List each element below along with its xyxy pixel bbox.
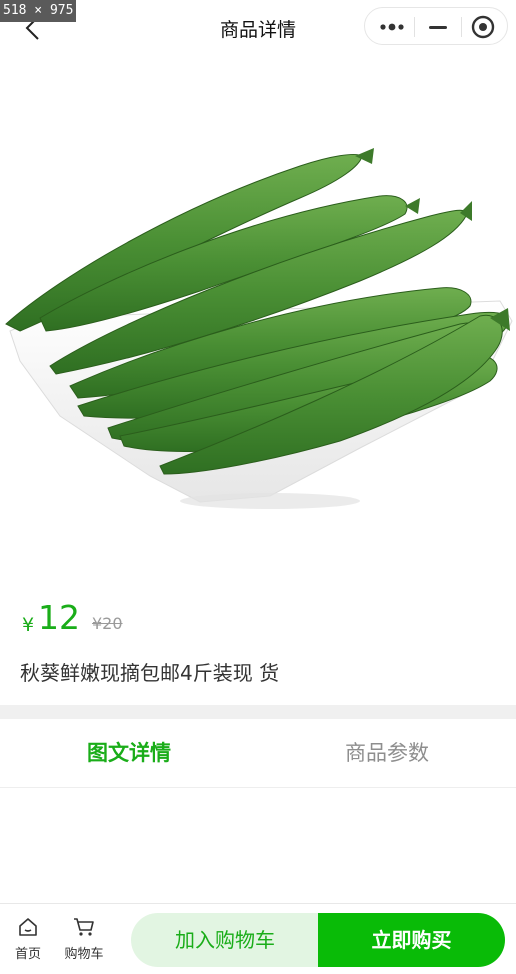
bottom-action-bar: 首页 购物车 加入购物车 立即购买 (0, 903, 516, 974)
section-divider (0, 705, 516, 719)
product-title: 秋葵鲜嫩现摘包邮4斤装现 货 (20, 661, 280, 685)
cart-label: 购物车 (64, 947, 104, 962)
home-icon (19, 918, 37, 936)
original-price: ¥20 (92, 614, 123, 633)
minimize-icon[interactable] (425, 17, 451, 37)
home-button[interactable]: 首页 (2, 916, 54, 966)
product-image (0, 56, 516, 574)
tab-image-text-details[interactable]: 图文详情 (0, 719, 258, 787)
dimensions-overlay-label: 518 × 975 (0, 0, 77, 22)
home-label: 首页 (14, 947, 41, 962)
add-to-cart-button[interactable]: 加入购物车 (131, 913, 319, 967)
more-icon[interactable] (379, 18, 407, 36)
currency-symbol: ¥ (22, 614, 35, 636)
capsule-divider (461, 17, 462, 37)
cart-icon (74, 918, 94, 936)
current-price: 12 (38, 598, 80, 637)
close-target-icon[interactable] (470, 14, 496, 40)
navigation-bar: 商品详情 (0, 0, 516, 56)
mini-program-capsule (364, 7, 508, 45)
capsule-divider (414, 17, 415, 37)
buy-now-button[interactable]: 立即购买 (318, 913, 505, 967)
okra-photo (0, 56, 516, 574)
detail-tabs: 图文详情 商品参数 (0, 719, 516, 788)
cart-button[interactable]: 购物车 (58, 916, 110, 966)
tab-product-parameters[interactable]: 商品参数 (258, 719, 516, 787)
